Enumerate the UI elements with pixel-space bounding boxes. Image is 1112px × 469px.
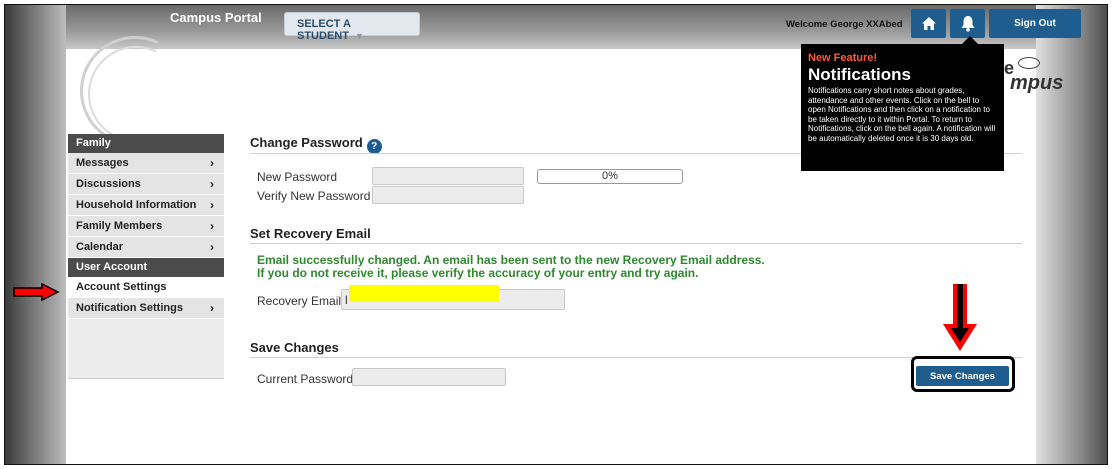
chevron-right-icon: ›	[210, 198, 214, 212]
brand-text: mpus	[1010, 72, 1064, 94]
current-password-input[interactable]	[352, 368, 506, 386]
recovery-email-label: Recovery Email	[257, 294, 342, 308]
chevron-down-icon: ▼	[354, 31, 364, 41]
new-password-input[interactable]	[372, 167, 524, 185]
sidebar-item-account-settings[interactable]: Account Settings	[68, 277, 224, 298]
popup-kicker: New Feature!	[808, 52, 878, 64]
sidebar-header-user-account: User Account	[68, 258, 224, 277]
welcome-text: Welcome George XXAbed	[786, 19, 903, 30]
save-changes-title: Save Changes	[250, 340, 339, 355]
new-password-label: New Password	[257, 170, 338, 184]
password-strength-meter: 0%	[537, 169, 683, 184]
sidebar-item-discussions[interactable]: Discussions ›	[68, 174, 224, 195]
sidebar-item-notification-settings[interactable]: Notification Settings ›	[68, 298, 224, 319]
help-icon[interactable]: ?	[366, 139, 382, 154]
popup-title: Notifications	[808, 65, 911, 84]
sidebar: Family Messages › Discussions › Househol…	[68, 134, 224, 379]
annotation-arrow-down-icon	[943, 284, 977, 351]
sidebar-item-label: Account Settings	[76, 281, 167, 293]
sidebar-item-label: Messages	[76, 157, 129, 169]
sidebar-item-label: Calendar	[76, 241, 124, 253]
chevron-right-icon: ›	[210, 219, 214, 233]
sidebar-item-family-members[interactable]: Family Members ›	[68, 216, 224, 237]
annotation-arrow-right-icon	[13, 283, 60, 301]
popup-body: Notifications carry short notes about gr…	[808, 86, 996, 143]
change-password-title: Change Password	[250, 135, 363, 150]
redaction-highlight	[349, 285, 499, 302]
recovery-email-title: Set Recovery Email	[250, 226, 371, 241]
sidebar-item-label: Family Members	[76, 220, 163, 232]
brand-swirl-icon	[1018, 57, 1040, 69]
sidebar-filler	[68, 319, 224, 379]
divider	[250, 357, 1022, 358]
chevron-right-icon: ›	[210, 301, 214, 315]
background-left	[5, 5, 66, 464]
notifications-popup: New Feature! Notifications Notifications…	[801, 36, 1004, 171]
sidebar-item-calendar[interactable]: Calendar ›	[68, 237, 224, 258]
verify-password-label: Verify New Password	[257, 189, 371, 203]
brand-logo: e mpus	[1004, 58, 1064, 94]
home-icon	[921, 17, 936, 30]
notifications-button[interactable]	[950, 9, 985, 38]
student-select-label: SELECT A STUDENT	[297, 18, 351, 42]
bell-icon	[961, 16, 974, 32]
chevron-right-icon: ›	[210, 177, 214, 191]
recovery-email-value: l	[345, 293, 348, 307]
divider	[250, 243, 1022, 244]
student-select[interactable]: SELECT A STUDENT ▼	[284, 12, 420, 42]
current-password-label: Current Password	[257, 372, 354, 386]
sidebar-header-family: Family	[68, 134, 224, 153]
chevron-right-icon: ›	[210, 156, 214, 170]
success-line-2: If you do not receive it, please verify …	[257, 266, 699, 280]
chevron-right-icon: ›	[210, 240, 214, 254]
sidebar-item-label: Household Information	[76, 199, 197, 211]
verify-password-input[interactable]	[372, 186, 524, 204]
change-password-heading: Change Password?	[250, 135, 382, 154]
sidebar-item-label: Discussions	[76, 178, 141, 190]
success-message: Email successfully changed. An email has…	[257, 254, 765, 280]
sidebar-item-household-information[interactable]: Household Information ›	[68, 195, 224, 216]
sign-out-button[interactable]: Sign Out	[989, 9, 1081, 38]
sidebar-item-messages[interactable]: Messages ›	[68, 153, 224, 174]
home-button[interactable]	[911, 9, 946, 38]
save-changes-button[interactable]: Save Changes	[916, 366, 1009, 386]
sidebar-item-label: Notification Settings	[76, 302, 183, 314]
portal-title: Campus Portal	[170, 10, 262, 25]
